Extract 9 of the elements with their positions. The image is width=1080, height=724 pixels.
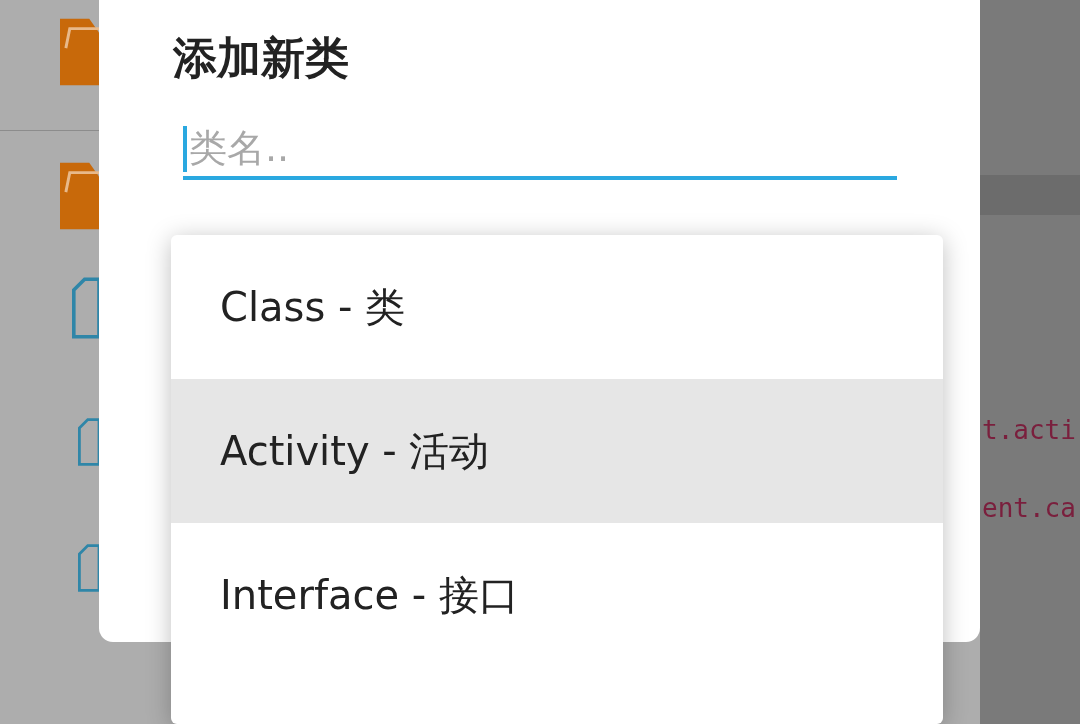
dropdown-item[interactable]: Interface - 接口	[171, 523, 943, 667]
dropdown-item[interactable]: Class - 类	[171, 235, 943, 379]
folder-icon[interactable]	[60, 162, 99, 230]
file-icon[interactable]	[72, 274, 99, 342]
code-line: t.acti	[982, 415, 1077, 445]
code-line: ent.ca	[982, 493, 1077, 523]
dialog-title: 添加新类	[173, 31, 350, 85]
dropdown-item[interactable]: Activity - 活动	[171, 379, 943, 523]
folder-icon[interactable]	[60, 18, 99, 86]
